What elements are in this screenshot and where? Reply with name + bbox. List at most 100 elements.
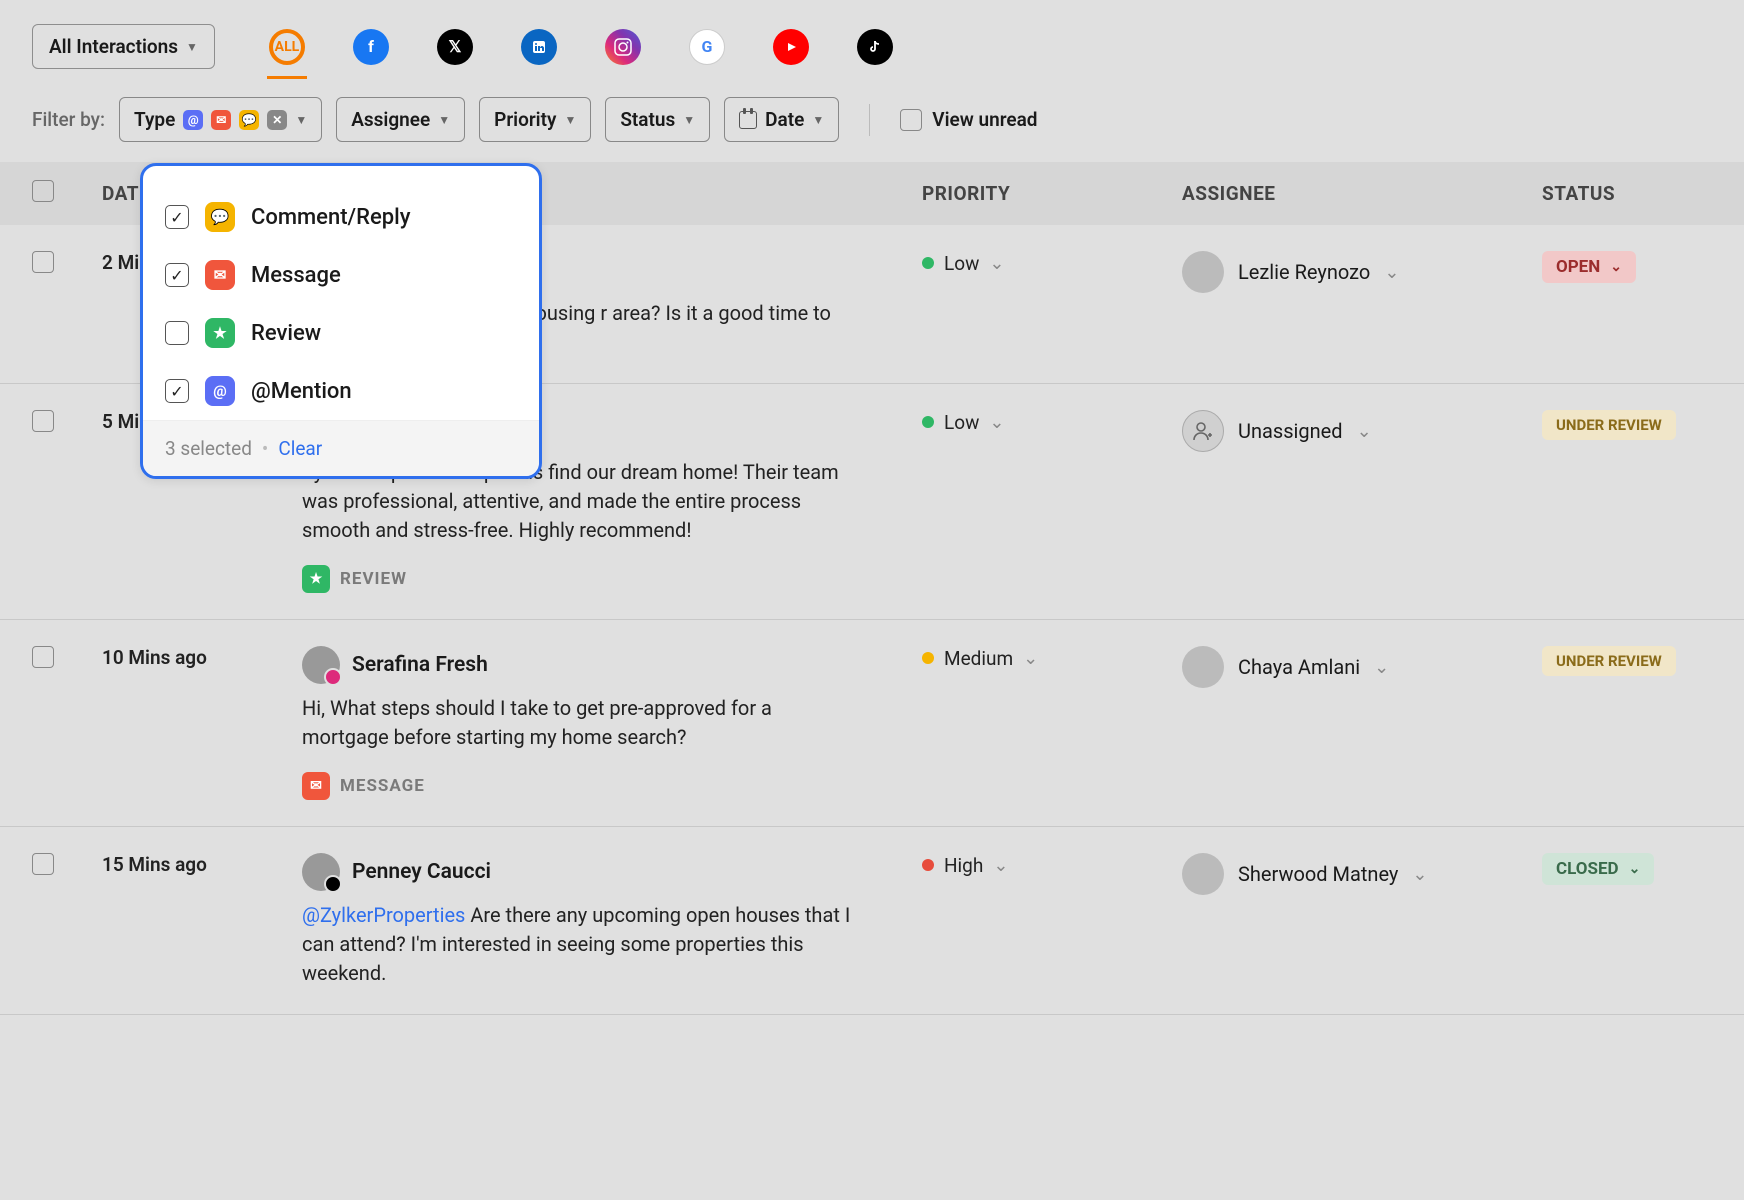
assignee-selector[interactable]: Sherwood Matney⌄ [1182, 853, 1542, 895]
clear-type-icon[interactable]: ✕ [267, 110, 287, 130]
type-option-message[interactable]: ✉Message [143, 246, 539, 304]
comment-icon: 💬 [205, 202, 235, 232]
network-badge-icon [324, 668, 342, 686]
filter-type[interactable]: Type @ ✉ 💬 ✕ ▼ [119, 97, 322, 142]
row-date: 15 Mins ago [102, 853, 302, 876]
avatar [1182, 646, 1224, 688]
type-option-checkbox[interactable] [165, 379, 189, 403]
message-icon: ✉ [205, 260, 235, 290]
interaction-type-label: REVIEW [340, 569, 407, 589]
priority-label: High [944, 854, 983, 877]
priority-label: Medium [944, 647, 1013, 670]
linkedin-icon[interactable] [521, 29, 557, 65]
filter-status[interactable]: Status ▼ [605, 97, 710, 142]
active-tab-underline [267, 76, 307, 79]
row-checkbox[interactable] [32, 646, 54, 668]
filter-assignee[interactable]: Assignee ▼ [336, 97, 465, 142]
type-option-mention[interactable]: @ @Mention [143, 362, 539, 420]
table-row[interactable]: 10 Mins agoSerafina FreshHi, What steps … [0, 620, 1744, 827]
filter-type-label: Type [134, 108, 175, 131]
top-toolbar: All Interactions ▼ ALL f 𝕏 G [0, 0, 1744, 81]
table-row[interactable]: 15 Mins ago Penney Caucci @ZylkerPropertie… [0, 827, 1744, 1015]
filter-date-label: Date [765, 108, 804, 131]
assignee-name: Unassigned [1238, 419, 1343, 443]
row-checkbox[interactable] [32, 251, 54, 273]
row-checkbox[interactable] [32, 853, 54, 875]
view-selector-label: All Interactions [49, 35, 178, 58]
mention-link[interactable]: @ZylkerProperties [302, 903, 465, 927]
author-name: Penney Caucci [352, 860, 491, 884]
view-unread-label: View unread [932, 108, 1037, 131]
avatar [302, 853, 340, 891]
social-channel-tabs: ALL f 𝕏 G [269, 29, 893, 65]
chevron-down-icon: ▼ [438, 113, 450, 127]
view-unread-checkbox[interactable] [900, 109, 922, 131]
instagram-icon[interactable] [605, 29, 641, 65]
assignee-selector[interactable]: Chaya Amlani⌄ [1182, 646, 1542, 688]
message-icon: ✉ [211, 110, 231, 130]
x-twitter-icon[interactable]: 𝕏 [437, 29, 473, 65]
app-root: All Interactions ▼ ALL f 𝕏 G Filter by: … [0, 0, 1744, 1200]
unassigned-icon [1182, 410, 1224, 452]
assignee-selector[interactable]: Lezlie Reynozo ⌄ [1182, 251, 1542, 293]
filter-priority[interactable]: Priority ▼ [479, 97, 591, 142]
col-header-status: STATUS [1542, 182, 1744, 205]
chevron-down-icon: ▼ [186, 40, 198, 54]
col-header-priority: PRIORITY [922, 182, 1182, 205]
calendar-icon [739, 111, 757, 129]
type-option-label: Comment/Reply [251, 205, 411, 230]
priority-dot-icon [922, 652, 934, 664]
channel-all-label: ALL [275, 39, 300, 55]
chevron-down-icon: ⌄ [1610, 259, 1622, 275]
priority-selector[interactable]: Low⌄ [922, 252, 1004, 275]
type-option-label: @Mention [251, 379, 352, 404]
filter-bar: Filter by: Type @ ✉ 💬 ✕ ▼ Assignee ▼ Pri… [0, 81, 1744, 162]
chevron-down-icon: ⌄ [1384, 262, 1399, 283]
status-label: CLOSED [1556, 859, 1619, 879]
author-name: Serafina Fresh [352, 653, 488, 677]
filter-assignee-label: Assignee [351, 108, 430, 131]
priority-selector[interactable]: Medium ⌄ [922, 647, 1038, 670]
avatar [1182, 853, 1224, 895]
view-selector[interactable]: All Interactions ▼ [32, 24, 215, 69]
col-header-assignee: ASSIGNEE [1182, 182, 1542, 205]
filter-by-label: Filter by: [32, 108, 105, 131]
type-selected-count: 3 selected [165, 437, 252, 460]
assignee-selector[interactable]: Unassigned ⌄ [1182, 410, 1542, 452]
priority-selector[interactable]: High⌄ [922, 854, 1008, 877]
channel-all[interactable]: ALL [269, 29, 305, 65]
view-unread-toggle[interactable]: View unread [900, 108, 1037, 131]
tiktok-icon[interactable] [857, 29, 893, 65]
select-all-checkbox[interactable] [32, 180, 54, 202]
filter-date[interactable]: Date ▼ [724, 97, 839, 142]
status-badge[interactable]: CLOSED⌄ [1542, 853, 1654, 885]
assignee-name: Lezlie Reynozo [1238, 260, 1370, 284]
priority-selector[interactable]: Low⌄ [922, 411, 1004, 434]
chevron-down-icon: ⌄ [1374, 657, 1389, 678]
type-option-checkbox[interactable] [165, 205, 189, 229]
type-option-checkbox[interactable] [165, 263, 189, 287]
type-option-comment[interactable]: 💬 Comment/Reply [143, 188, 539, 246]
message-body: Hi, What steps should I take to get pre-… [302, 694, 862, 752]
mention-icon: @ [205, 376, 235, 406]
status-badge[interactable]: UNDER REVIEW [1542, 646, 1676, 676]
youtube-icon[interactable] [773, 29, 809, 65]
row-checkbox[interactable] [32, 410, 54, 432]
status-label: OPEN [1556, 257, 1600, 277]
type-option-checkbox[interactable] [165, 321, 189, 345]
chevron-down-icon: ▼ [295, 113, 307, 127]
google-icon[interactable]: G [689, 29, 725, 65]
facebook-icon[interactable]: f [353, 29, 389, 65]
avatar [302, 646, 340, 684]
status-badge[interactable]: OPEN ⌄ [1542, 251, 1636, 283]
chevron-down-icon: ⌄ [1357, 421, 1372, 442]
status-label: UNDER REVIEW [1556, 416, 1662, 434]
mention-icon: @ [183, 110, 203, 130]
interaction-type-label: MESSAGE [340, 776, 425, 796]
chevron-down-icon: ⌄ [1023, 648, 1038, 669]
status-badge[interactable]: UNDER REVIEW [1542, 410, 1676, 440]
clear-type-filter[interactable]: Clear [278, 437, 322, 460]
type-option-review[interactable]: ★Review [143, 304, 539, 362]
chevron-down-icon: ▼ [564, 113, 576, 127]
row-interaction: Serafina Fresh Hi, What steps should I ta… [302, 646, 922, 800]
